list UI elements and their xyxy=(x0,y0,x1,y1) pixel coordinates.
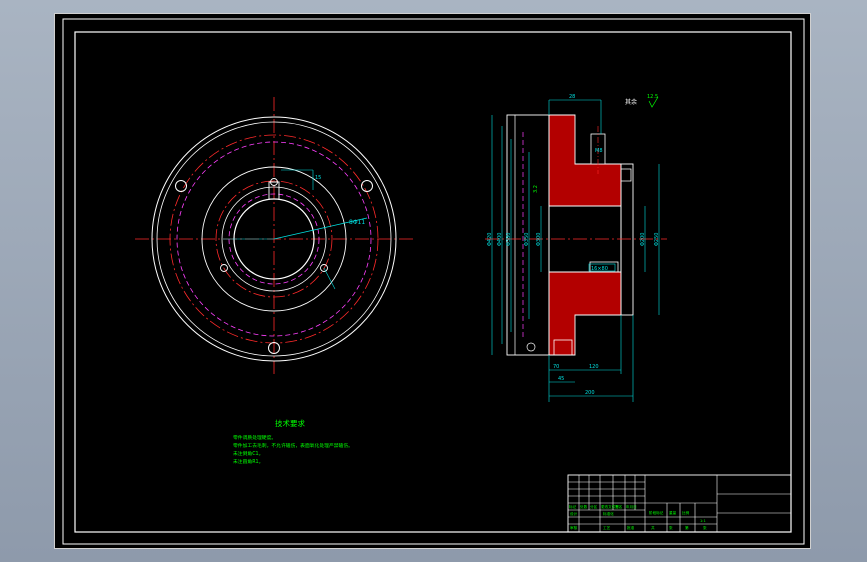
tb-approve: 批准 xyxy=(627,525,635,530)
tech-req-title: 技术要求 xyxy=(275,418,305,428)
tech-requirements: 技术要求 零件调质处理硬度。 零件加工去毛刺，不允许磕伤，表面氧化处理严禁磕伤。… xyxy=(233,418,353,465)
tech-req-line-2: 零件加工去毛刺，不允许磕伤，表面氧化处理严禁磕伤。 xyxy=(233,442,353,449)
roughness-side: 3.2 xyxy=(533,185,539,193)
tb-scale: 1:1 xyxy=(700,519,706,523)
tb-number: 第 xyxy=(685,525,689,530)
title-block: 标记 处数 分区 更改文件号 签名 年月日 设计 标准化 阶段标记 重量 比例 … xyxy=(567,474,792,533)
dim-d350: Φ350 xyxy=(524,233,530,246)
bottom-boss xyxy=(526,342,536,352)
dim-d400: Φ400 xyxy=(497,233,503,246)
title-block-grid xyxy=(568,475,791,532)
tb-total: 共 xyxy=(651,525,655,530)
tb-label-sign: 签名 xyxy=(615,504,623,509)
tech-req-line-1: 零件调质处理硬度。 xyxy=(233,434,276,441)
tb-sheet-1: 张 xyxy=(669,525,673,530)
bolt-hole-top-right xyxy=(361,180,373,192)
inner-frame xyxy=(74,31,792,533)
overall-dim-text: 200 xyxy=(585,390,595,396)
keyway-dim-text: 15 xyxy=(315,175,321,181)
tb-label-mark: 标记 xyxy=(569,504,577,509)
dim-d300: Φ300 xyxy=(536,233,542,246)
tb-label-zone: 分区 xyxy=(590,504,598,509)
bottom-dim-text-1: 70 xyxy=(553,364,559,370)
dim-hub: Φ250 xyxy=(654,233,660,246)
tb-ratio: 比例 xyxy=(682,510,690,515)
tech-req-line-4: 未注圆角R1。 xyxy=(233,458,263,465)
tb-review: 审核 xyxy=(570,525,578,530)
dim-d420: Φ420 xyxy=(487,233,493,246)
tb-sheet-2: 张 xyxy=(703,525,707,530)
tb-weight: 重量 xyxy=(669,510,677,515)
drawing-canvas: 8Φ11 15 Φ420 Φ400 Φ380 Φ350 Φ300 28 M8 Φ… xyxy=(62,18,805,545)
top-dim-text: 28 xyxy=(569,94,575,100)
dim-bore: Φ200 xyxy=(640,233,646,246)
tb-stage: 阶段标记 xyxy=(649,510,664,515)
surface-finish-note: 其余 xyxy=(625,98,637,106)
tb-label-date: 年月日 xyxy=(626,504,637,509)
dim-d380: Φ380 xyxy=(506,233,512,246)
lower-flange-section xyxy=(548,271,622,356)
tech-req-line-3: 未注倒角C1。 xyxy=(233,450,263,457)
cad-viewport[interactable]: 8Φ11 15 Φ420 Φ400 Φ380 Φ350 Φ300 28 M8 Φ… xyxy=(54,13,811,549)
bottom-dim-text-3: 120 xyxy=(589,364,599,370)
bottom-dim-text-2: 45 xyxy=(558,376,564,382)
tb-design: 设计 xyxy=(570,511,578,516)
tb-process: 工艺 xyxy=(603,525,611,530)
section-view: Φ420 Φ400 Φ380 Φ350 Φ300 28 M8 Φ200 Φ250… xyxy=(485,94,667,402)
hole-callout-text: 8Φ11 xyxy=(349,219,365,226)
key-callout: 16×80 xyxy=(591,266,608,272)
inner-hole-leader xyxy=(323,267,336,290)
tb-standard: 标准化 xyxy=(603,511,614,516)
thread-callout: M8 xyxy=(595,148,603,154)
upper-flange-section xyxy=(548,114,622,207)
tb-label-count: 处数 xyxy=(580,504,588,509)
title-block-border xyxy=(567,474,792,533)
front-view: 8Φ11 15 xyxy=(135,97,413,374)
outer-frame xyxy=(62,18,805,545)
